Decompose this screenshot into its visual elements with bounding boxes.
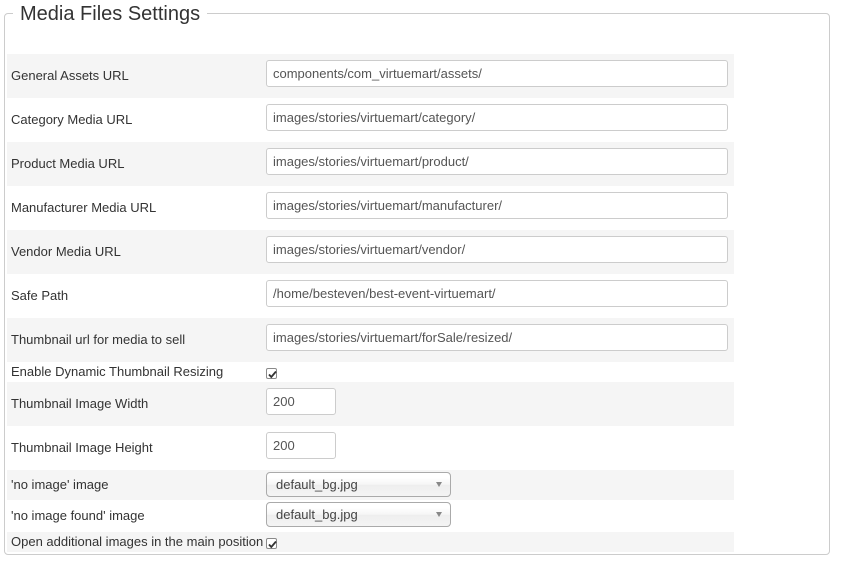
thumbnail-height-label: Thumbnail Image Height [11, 440, 153, 455]
manufacturer-media-url-row: Manufacturer Media URL [7, 186, 734, 230]
thumbnail-height-input[interactable] [266, 432, 336, 459]
product-media-url-row: Product Media URL [7, 142, 734, 186]
open-additional-images-label: Open additional images in the main posit… [11, 534, 264, 549]
safe-path-row: Safe Path [7, 274, 734, 318]
dynamic-thumbnail-resizing-row: Enable Dynamic Thumbnail Resizing [7, 362, 734, 382]
thumbnail-width-label: Thumbnail Image Width [11, 396, 149, 411]
checkmark-icon [268, 370, 277, 379]
vendor-media-url-row: Vendor Media URL [7, 230, 734, 274]
safe-path-label: Safe Path [11, 288, 69, 303]
open-additional-images-row: Open additional images in the main posit… [7, 532, 734, 552]
vendor-media-url-label: Vendor Media URL [11, 244, 121, 259]
no-image-select[interactable]: default_bg.jpg [266, 472, 451, 497]
no-image-found-select[interactable]: default_bg.jpg [266, 502, 451, 527]
no-image-selected-value: default_bg.jpg [276, 477, 358, 492]
no-image-found-selected-value: default_bg.jpg [276, 507, 358, 522]
dynamic-thumbnail-resizing-label: Enable Dynamic Thumbnail Resizing [11, 364, 224, 379]
no-image-row: 'no image' image default_bg.jpg [7, 470, 734, 500]
product-media-url-label: Product Media URL [11, 156, 125, 171]
manufacturer-media-url-label: Manufacturer Media URL [11, 200, 157, 215]
thumbnail-width-row: Thumbnail Image Width [7, 382, 734, 426]
general-assets-url-row: General Assets URL [7, 54, 734, 98]
manufacturer-media-url-input[interactable] [266, 192, 728, 219]
checkmark-icon [268, 540, 277, 549]
category-media-url-label: Category Media URL [11, 112, 133, 127]
no-image-found-label: 'no image found' image [11, 508, 145, 523]
product-media-url-input[interactable] [266, 148, 728, 175]
thumbnail-width-input[interactable] [266, 388, 336, 415]
thumbnail-url-for-sale-input[interactable] [266, 324, 728, 351]
fieldset-legend: Media Files Settings [13, 0, 208, 28]
dynamic-thumbnail-resizing-checkbox[interactable] [266, 368, 277, 379]
general-assets-url-input[interactable] [266, 60, 728, 87]
thumbnail-url-for-sale-row: Thumbnail url for media to sell [7, 318, 734, 362]
chevron-down-icon [436, 482, 442, 487]
safe-path-input[interactable] [266, 280, 728, 307]
no-image-found-row: 'no image found' image default_bg.jpg [7, 500, 734, 532]
chevron-down-icon [436, 512, 442, 517]
thumbnail-height-row: Thumbnail Image Height [7, 426, 734, 470]
vendor-media-url-input[interactable] [266, 236, 728, 263]
no-image-label: 'no image' image [11, 477, 109, 492]
category-media-url-row: Category Media URL [7, 98, 734, 142]
general-assets-url-label: General Assets URL [11, 68, 129, 83]
category-media-url-input[interactable] [266, 104, 728, 131]
open-additional-images-checkbox[interactable] [266, 538, 277, 549]
thumbnail-url-for-sale-label: Thumbnail url for media to sell [11, 332, 186, 347]
